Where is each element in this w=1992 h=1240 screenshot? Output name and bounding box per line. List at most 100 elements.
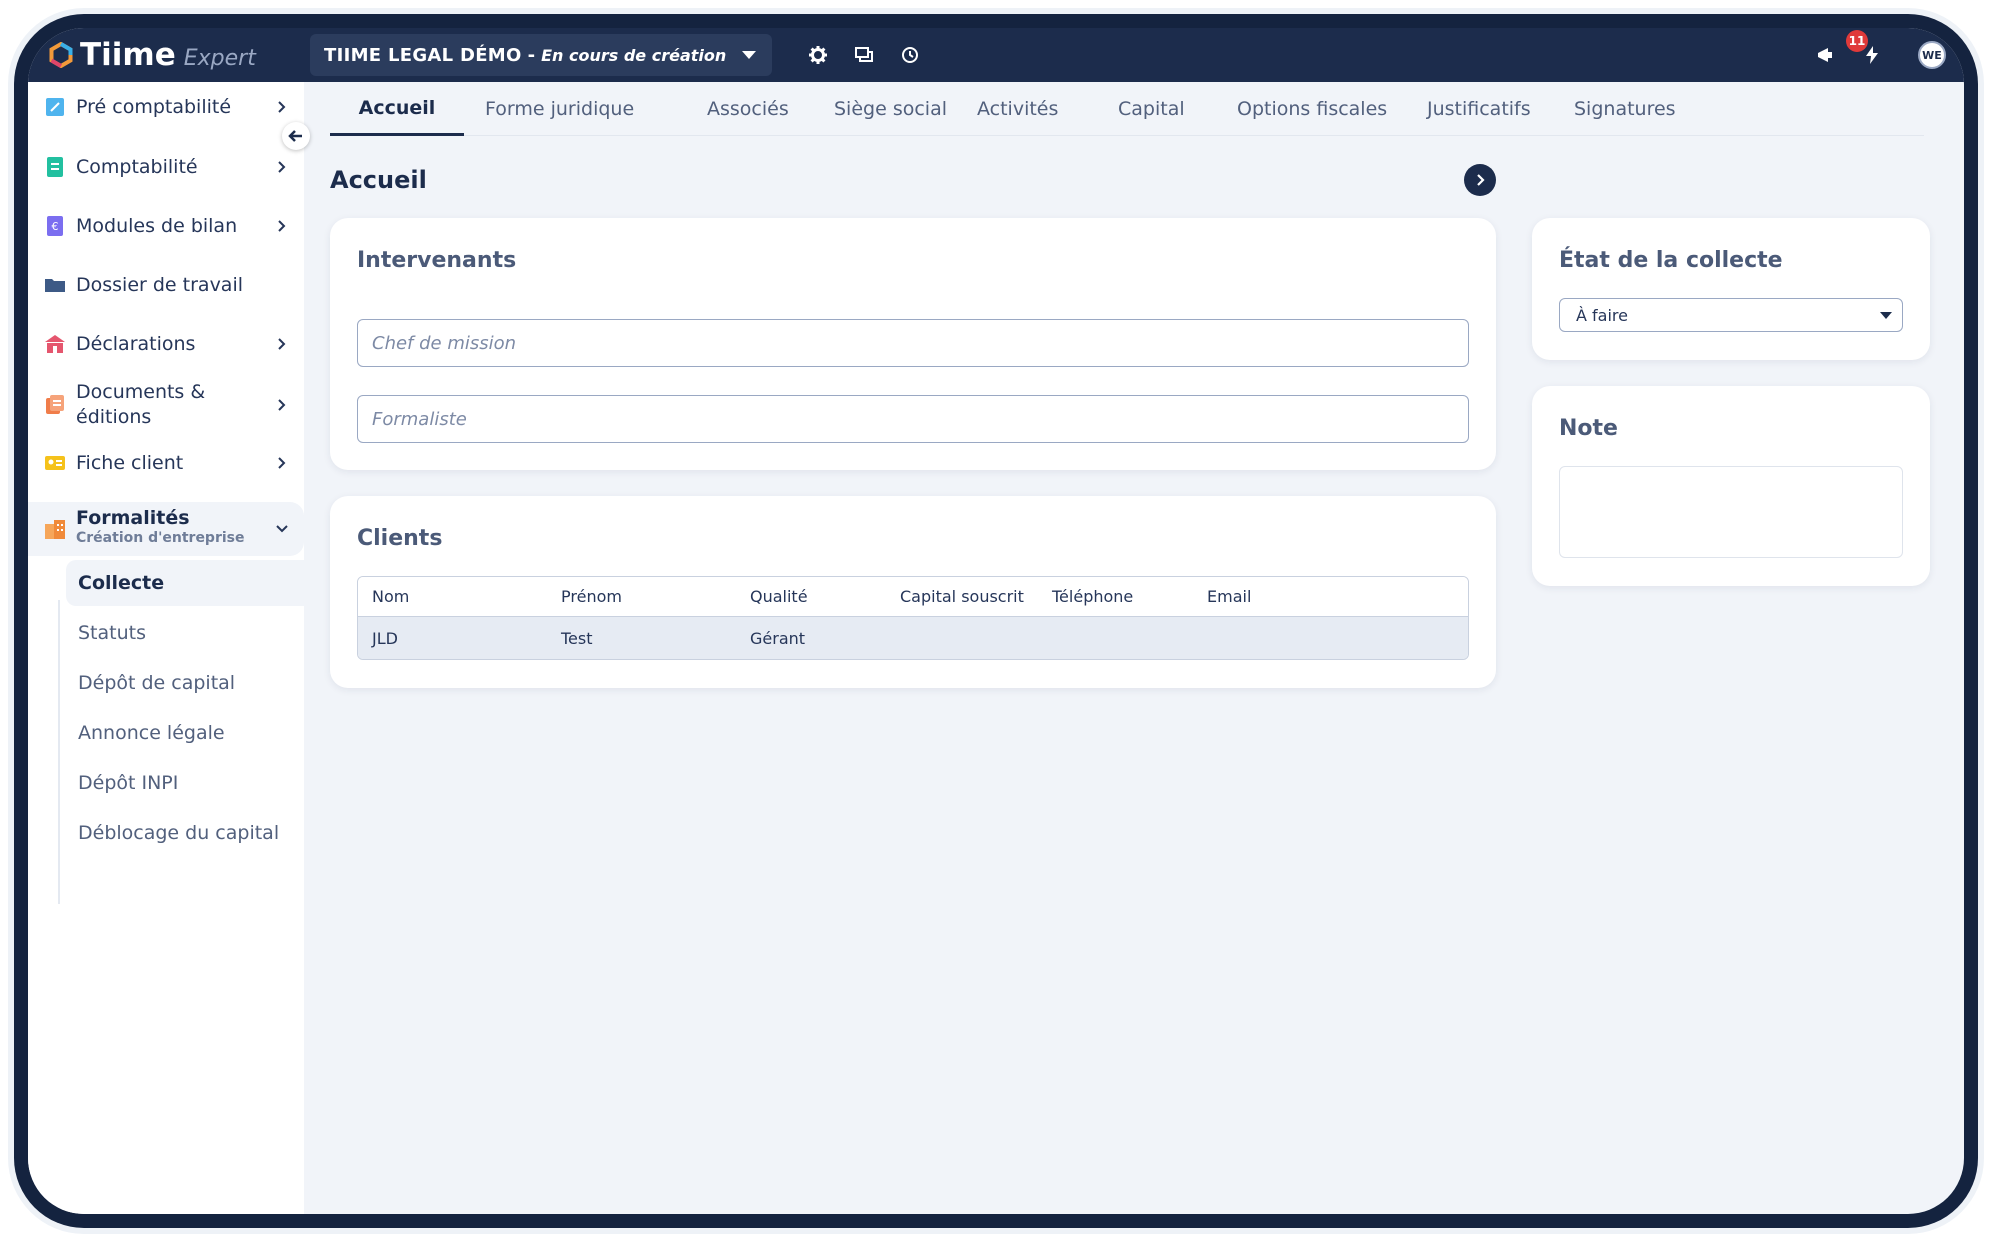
chevron-right-icon bbox=[278, 399, 286, 411]
sidebar-item-label: Pré comptabilité bbox=[76, 95, 232, 118]
building-icon bbox=[45, 520, 65, 539]
column-header-nom: Nom bbox=[372, 587, 410, 606]
app-screen: Tiime Expert TIIME LEGAL DÉMO - En cours… bbox=[28, 28, 1964, 1214]
table-row[interactable]: JLD Test Gérant bbox=[358, 617, 1468, 659]
sidebar-item-formalites[interactable]: Formalités Création d'entreprise bbox=[28, 502, 304, 556]
history-button[interactable] bbox=[896, 41, 924, 69]
next-step-button[interactable] bbox=[1464, 164, 1496, 196]
cell-prenom: Test bbox=[561, 628, 593, 648]
megaphone-icon bbox=[1818, 48, 1832, 62]
tab-associes[interactable]: Associés bbox=[707, 82, 789, 136]
clients-card: Clients Nom Prénom Qualité Capital sousc… bbox=[330, 496, 1496, 688]
svg-text:€: € bbox=[52, 220, 59, 233]
clients-table: Nom Prénom Qualité Capital souscrit Télé… bbox=[357, 576, 1469, 660]
company-status: En cours de création bbox=[541, 45, 727, 65]
caret-down-icon bbox=[742, 51, 756, 59]
column-header-qualite: Qualité bbox=[750, 587, 808, 606]
announcements-button[interactable] bbox=[1812, 41, 1840, 69]
sidebar-item-fiche-client[interactable]: Fiche client bbox=[28, 438, 304, 488]
sidebar-item-label: Documents & éditions bbox=[76, 381, 206, 428]
subnav-annonce-legale[interactable]: Annonce légale bbox=[66, 710, 304, 756]
subnav-collecte[interactable]: Collecte bbox=[66, 560, 304, 606]
note-title: Note bbox=[1559, 416, 1618, 441]
settings-button[interactable] bbox=[804, 41, 832, 69]
sidebar-item-label: Comptabilité bbox=[76, 155, 198, 178]
ledger-icon bbox=[47, 157, 63, 177]
sidebar-item-label: Dossier de travail bbox=[76, 273, 244, 296]
device-frame: Tiime Expert TIIME LEGAL DÉMO - En cours… bbox=[14, 14, 1978, 1228]
sidebar-item-modules-bilan[interactable]: € Modules de bilan bbox=[28, 201, 304, 251]
formaliste-field[interactable] bbox=[357, 395, 1469, 443]
caret-down-icon bbox=[1880, 312, 1892, 319]
sidebar-item-label: Formalités bbox=[76, 507, 190, 529]
sidebar-item-comptabilite[interactable]: Comptabilité bbox=[28, 142, 304, 192]
product-name: Expert bbox=[183, 46, 256, 71]
etat-collecte-title: État de la collecte bbox=[1559, 248, 1783, 273]
cell-nom: JLD bbox=[372, 628, 398, 648]
page-title: Accueil bbox=[330, 166, 427, 194]
tab-options-fiscales[interactable]: Options fiscales bbox=[1237, 82, 1387, 136]
tab-signatures[interactable]: Signatures bbox=[1574, 82, 1676, 136]
sidebar-item-dossier-travail[interactable]: Dossier de travail bbox=[28, 260, 304, 310]
folder-icon bbox=[45, 279, 65, 292]
etat-collecte-card: État de la collecte À faire bbox=[1532, 218, 1930, 360]
tab-siege-social[interactable]: Siège social bbox=[834, 82, 947, 136]
chevron-right-icon bbox=[278, 457, 286, 469]
sidebar-item-documents-editions[interactable]: Documents & éditions bbox=[28, 368, 304, 442]
sidebar-item-pre-comptabilite[interactable]: Pré comptabilité bbox=[28, 82, 304, 132]
sidebar-item-label: Fiche client bbox=[76, 451, 184, 474]
note-card: Note bbox=[1532, 386, 1930, 586]
chevron-right-icon bbox=[278, 161, 286, 173]
company-separator: - bbox=[527, 44, 536, 66]
intervenants-card: Intervenants bbox=[330, 218, 1496, 470]
sidebar-item-declarations[interactable]: Déclarations bbox=[28, 319, 304, 369]
intervenants-title: Intervenants bbox=[357, 248, 517, 273]
chevron-right-icon bbox=[1477, 174, 1485, 186]
app-logo[interactable]: Tiime Expert bbox=[48, 37, 256, 73]
tab-accueil[interactable]: Accueil bbox=[330, 82, 464, 136]
note-textarea[interactable] bbox=[1559, 466, 1903, 558]
arrow-left-icon bbox=[288, 130, 302, 142]
company-selector[interactable]: TIIME LEGAL DÉMO - En cours de création bbox=[310, 34, 772, 76]
clock-refresh-icon bbox=[902, 47, 918, 63]
collapse-sidebar-button[interactable] bbox=[282, 122, 310, 150]
chef-de-mission-field[interactable] bbox=[357, 319, 1469, 367]
id-card-icon bbox=[45, 456, 65, 470]
euro-document-icon: € bbox=[47, 216, 63, 236]
user-avatar[interactable]: WE bbox=[1918, 41, 1946, 69]
tiime-logo-icon bbox=[49, 42, 73, 68]
subnav-depot-capital[interactable]: Dépôt de capital bbox=[66, 660, 304, 706]
clients-title: Clients bbox=[357, 526, 443, 551]
chat-icon bbox=[855, 47, 873, 62]
tab-capital[interactable]: Capital bbox=[1118, 82, 1185, 136]
etat-collecte-value: À faire bbox=[1576, 305, 1628, 325]
subnav-deblocage-capital[interactable]: Déblocage du capital bbox=[66, 810, 304, 856]
chevron-right-icon bbox=[278, 101, 286, 113]
notification-badge: 11 bbox=[1846, 30, 1868, 52]
documents-icon bbox=[46, 395, 64, 414]
chevron-down-icon bbox=[276, 525, 288, 533]
subnav-statuts[interactable]: Statuts bbox=[66, 610, 304, 656]
submenu-rail bbox=[58, 600, 60, 904]
sidebar-item-label: Déclarations bbox=[76, 332, 196, 355]
column-header-prenom: Prénom bbox=[561, 587, 622, 606]
chevron-right-icon bbox=[278, 220, 286, 232]
institution-icon bbox=[45, 335, 65, 353]
etat-collecte-select[interactable]: À faire bbox=[1559, 298, 1903, 332]
tab-forme-juridique[interactable]: Forme juridique bbox=[485, 82, 634, 136]
top-bar: Tiime Expert TIIME LEGAL DÉMO - En cours… bbox=[28, 28, 1964, 82]
sidebar-item-sublabel: Création d'entreprise bbox=[76, 530, 245, 546]
brand-name: Tiime bbox=[80, 37, 176, 73]
gear-icon bbox=[809, 46, 827, 64]
tab-justificatifs[interactable]: Justificatifs bbox=[1427, 82, 1531, 136]
messages-button[interactable] bbox=[850, 41, 878, 69]
cell-qualite: Gérant bbox=[750, 628, 806, 648]
column-header-telephone: Téléphone bbox=[1052, 587, 1134, 606]
tab-activites[interactable]: Activités bbox=[977, 82, 1058, 136]
table-header: Nom Prénom Qualité Capital souscrit Télé… bbox=[358, 577, 1468, 617]
sidebar-item-label: Modules de bilan bbox=[76, 214, 238, 237]
column-header-email: Email bbox=[1207, 587, 1252, 606]
company-name: TIIME LEGAL DÉMO bbox=[324, 44, 522, 66]
sidebar: Pré comptabilité Comptabilité € Modules … bbox=[28, 82, 304, 1214]
subnav-depot-inpi[interactable]: Dépôt INPI bbox=[66, 760, 304, 806]
